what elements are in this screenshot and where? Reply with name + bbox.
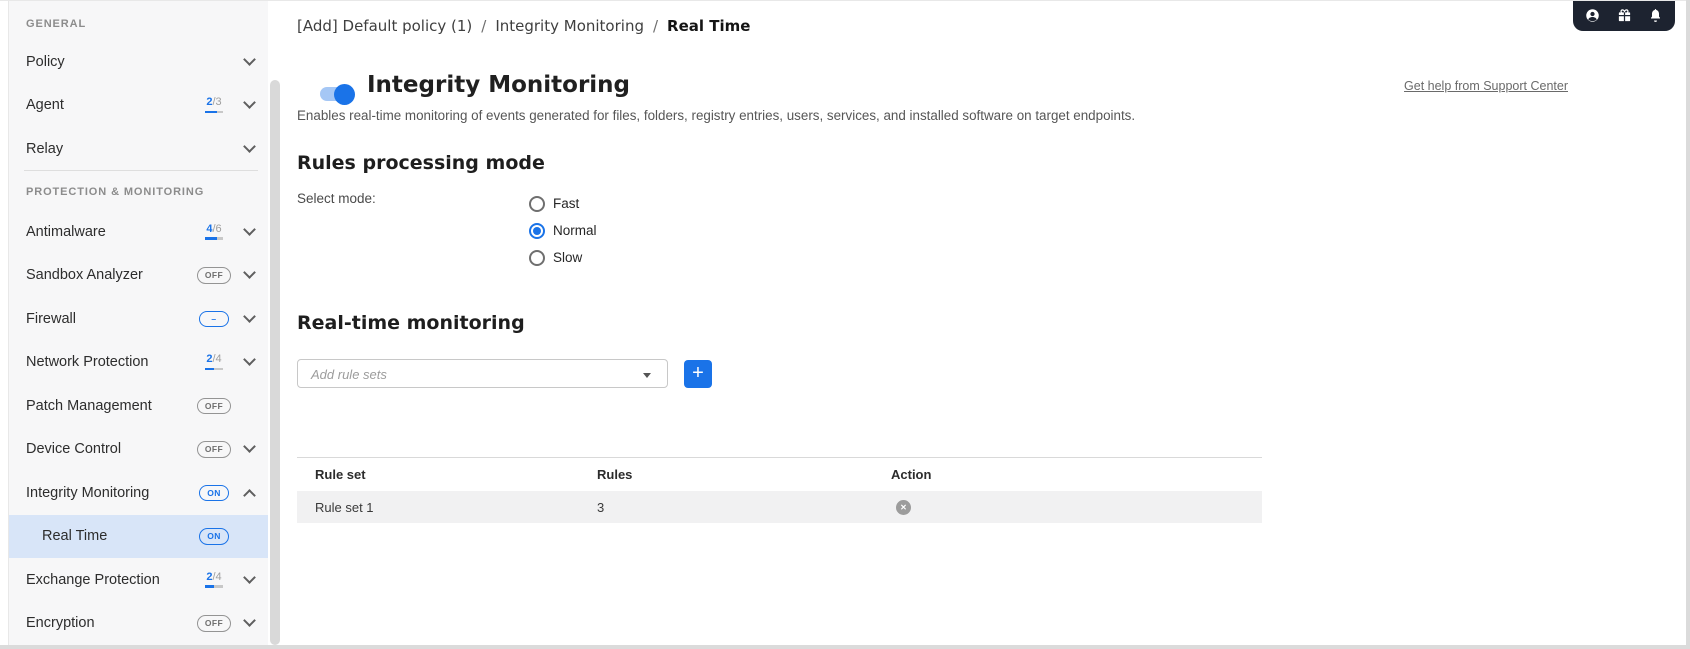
sidebar-item-exchange-protection[interactable]: Exchange Protection 2/4 [9,558,268,602]
sidebar-item-label: Sandbox Analyzer [26,267,143,284]
fraction-badge: 4/6 [205,223,223,240]
on-pill-badge: ON [199,484,229,501]
sidebar-item-label: Antimalware [26,223,106,240]
user-icon[interactable] [1585,8,1600,23]
main-content: [Add] Default policy (1) / Integrity Monit… [282,0,1686,645]
radio-icon-checked [529,222,545,239]
chevron-down-icon [242,353,256,367]
cell-rules: 3 [597,499,605,515]
radio-icon [529,195,545,212]
radio-label: Normal [553,223,597,238]
real-time-monitoring-heading: Real-time monitoring [297,312,525,334]
viewport-left-edge [8,0,9,649]
breadcrumb-integrity-monitoring[interactable]: Integrity Monitoring [495,17,644,35]
topbar-icon-group [1573,0,1675,31]
support-center-link[interactable]: Get help from Support Center [1404,79,1568,93]
chevron-down-icon [242,440,256,454]
column-header-action: Action [891,467,932,482]
dropdown-placeholder: Add rule sets [311,367,387,382]
fraction-badge: 2/4 [205,571,223,588]
chevron-down-icon [242,614,256,628]
chevron-down-icon [242,96,256,109]
sidebar-item-network-protection[interactable]: Network Protection 2/4 [9,341,268,385]
breadcrumb: [Add] Default policy (1) / Integrity Monit… [297,17,751,35]
page-title: Integrity Monitoring [367,72,631,98]
table-header-row: Rule set Rules Action [297,457,1262,491]
integrity-monitoring-toggle[interactable] [320,83,355,105]
column-header-rules: Rules [597,467,633,482]
sidebar-item-label: Firewall [26,310,76,327]
sidebar-item-label: Encryption [26,615,95,632]
sidebar-item-label: Exchange Protection [26,571,160,588]
add-rule-sets-dropdown[interactable]: Add rule sets [297,359,668,388]
sidebar-item-label: Real Time [42,528,108,545]
column-header-rule-set: Rule set [315,467,366,482]
chevron-down-icon [242,570,256,584]
chevron-down-icon [242,139,256,153]
sidebar-section-protection: PROTECTION & MONITORING [26,186,205,199]
remove-rule-set-icon[interactable]: ✕ [896,499,911,515]
off-pill-badge: OFF [196,267,232,284]
page-description: Enables real-time monitoring of events g… [297,108,1136,123]
sidebar-item-sandbox-analyzer[interactable]: Sandbox Analyzer OFF [9,254,268,298]
sidebar-item-firewall[interactable]: Firewall – [9,297,268,341]
sidebar-item-policy[interactable]: Policy [9,40,268,84]
radio-icon [529,249,545,266]
sidebar-item-agent[interactable]: Agent 2/3 [9,83,268,127]
sidebar-item-label: Device Control [26,441,122,458]
chevron-down-icon [242,222,256,236]
sidebar-item-patch-management[interactable]: Patch Management OFF [9,384,268,428]
fraction-badge: 2/3 [205,97,223,114]
off-pill-badge: OFF [196,615,232,632]
chevron-down-icon [242,52,256,66]
select-mode-label: Select mode: [297,191,376,206]
radio-option-normal[interactable]: Normal [529,217,597,244]
sidebar-item-label: Network Protection [26,354,149,371]
radio-label: Slow [553,250,583,265]
sidebar-item-integrity-monitoring[interactable]: Integrity Monitoring ON [9,471,268,515]
fraction-badge: 2/4 [205,354,223,371]
sidebar-item-device-control[interactable]: Device Control OFF [9,428,268,472]
breadcrumb-current-real-time: Real Time [667,17,751,35]
gift-icon[interactable] [1617,8,1632,23]
chevron-up-icon [242,488,256,502]
radio-option-fast[interactable]: Fast [529,190,597,217]
sidebar-item-label: Patch Management [26,397,152,414]
rules-processing-mode-heading: Rules processing mode [297,152,545,174]
sidebar-item-label: Agent [26,97,64,114]
table-row: Rule set 1 3 ✕ [297,491,1262,523]
toggle-knob [334,83,355,105]
viewport-right-edge [1686,0,1690,649]
sidebar-item-antimalware[interactable]: Antimalware 4/6 [9,210,268,254]
off-pill-badge: OFF [196,441,232,458]
sidebar-section-general: GENERAL [26,18,87,30]
cell-rule-set: Rule set 1 [315,499,374,515]
sidebar-item-encryption[interactable]: Encryption OFF [9,602,268,646]
add-rule-set-button[interactable]: + [684,360,712,388]
radio-option-slow[interactable]: Slow [529,244,597,271]
chevron-down-icon [242,309,256,323]
bell-icon[interactable] [1648,8,1663,23]
off-pill-badge: OFF [196,397,232,414]
mode-radio-group: Fast Normal Slow [529,190,597,271]
on-pill-badge: ON [199,528,229,545]
sidebar-scrollbar-thumb[interactable] [270,80,280,645]
chevron-down-icon [242,266,256,280]
sidebar-item-label: Integrity Monitoring [26,484,150,501]
sidebar-item-relay[interactable]: Relay [9,127,268,171]
viewport-top-edge [0,0,1690,1]
sidebar-item-label: Policy [26,53,65,70]
radio-label: Fast [553,196,580,211]
viewport-bottom-edge [0,645,1690,649]
chevron-down-icon [643,373,651,378]
breadcrumb-policy[interactable]: [Add] Default policy (1) [297,17,472,35]
policy-sidebar: GENERAL Policy Agent 2/3 Relay PROTECTIO… [9,1,268,645]
partial-pill-badge: – [199,310,229,327]
sidebar-item-real-time[interactable]: Real Time ON [9,514,268,558]
rule-sets-table: Rule set Rules Action Rule set 1 3 ✕ [297,457,1262,523]
sidebar-item-label: Relay [26,140,64,157]
